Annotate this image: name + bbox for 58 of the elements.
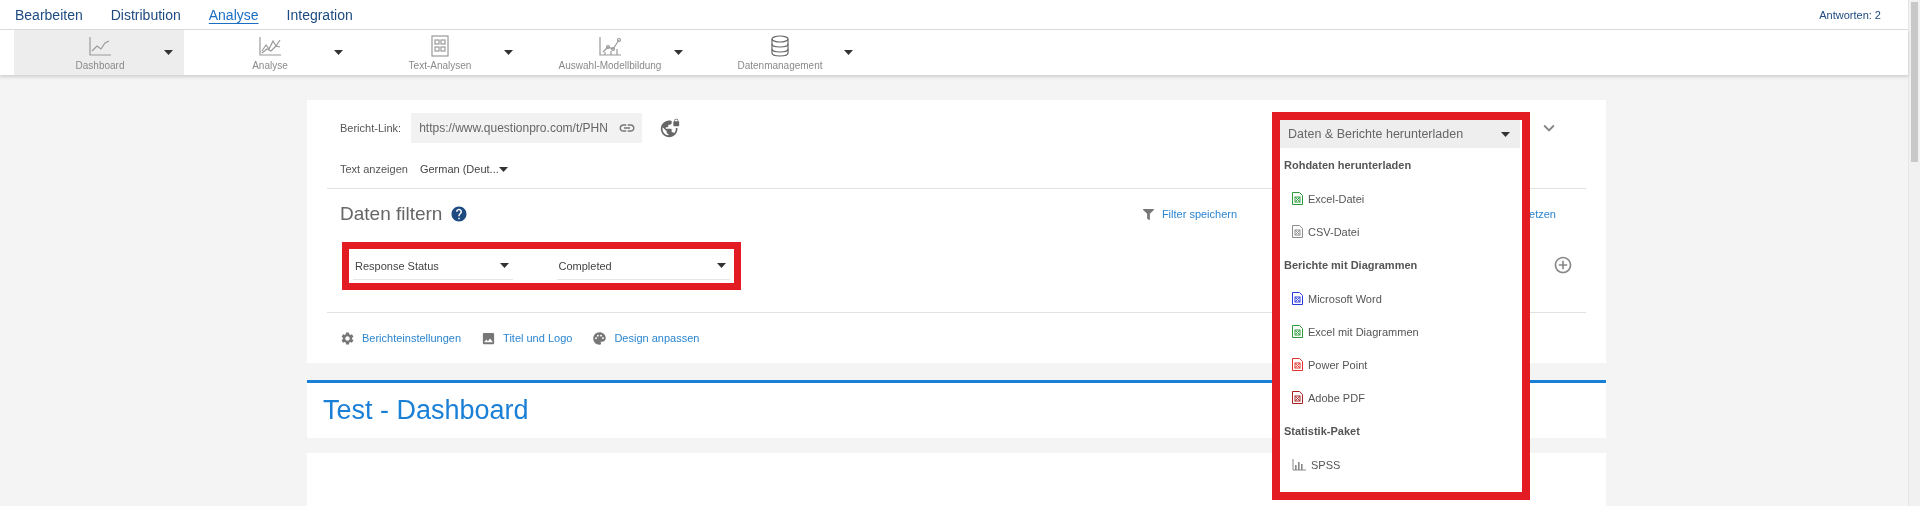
section-title: Daten filtern: [340, 203, 443, 225]
menu-group-title: Statistik-Paket: [1283, 424, 1361, 439]
nav-tab[interactable]: Distribution: [110, 6, 181, 23]
action-link[interactable]: Design anpassen: [614, 332, 700, 344]
toolbar-item[interactable]: Text-Analysen: [354, 30, 524, 75]
field-label: Text anzeigen: [340, 163, 408, 175]
save-filter-link[interactable]: Filter speichern: [1142, 208, 1238, 220]
caret-icon: [674, 50, 683, 55]
menu-item[interactable]: Excel-Datei: [1280, 182, 1522, 215]
nav-tab[interactable]: Bearbeiten: [15, 6, 83, 23]
line-chart-icon: [257, 34, 283, 57]
download-button[interactable]: Daten & Berichte herunterladen: [1280, 120, 1520, 148]
action-link[interactable]: Berichteinstellungen: [362, 332, 462, 344]
image-icon: [481, 330, 497, 346]
line-chart-icon: [87, 34, 113, 57]
file-icon: [1292, 391, 1303, 404]
link-field[interactable]: https://www.questionpro.com/t/PHN: [411, 113, 643, 143]
caret-icon: [164, 50, 173, 55]
scatter-chart-icon: [597, 34, 623, 57]
toolbar-item[interactable]: Auswahl-Modellbildung: [524, 30, 694, 75]
menu-item[interactable]: Adobe PDF: [1280, 381, 1522, 414]
caret-icon: [1501, 131, 1510, 137]
caret-icon: [717, 263, 726, 268]
language-select[interactable]: German (Deut...: [419, 163, 512, 175]
add-icon[interactable]: [1553, 255, 1573, 275]
scrollbar[interactable]: [1908, 0, 1920, 506]
file-icon: [1292, 325, 1303, 338]
action-link[interactable]: Titel und Logo: [503, 332, 573, 344]
file-icon: [1292, 292, 1303, 305]
reset-link[interactable]: etzen: [1529, 208, 1556, 220]
gear-icon: [340, 330, 355, 346]
caret-icon: [844, 50, 853, 55]
nav-tab[interactable]: Integration: [286, 6, 353, 23]
menu-group-title: Rohdaten herunterladen: [1283, 158, 1413, 173]
file-icon: [1292, 225, 1303, 238]
palette-icon: [592, 330, 608, 346]
menu-item[interactable]: CSV-Datei: [1280, 215, 1522, 248]
nav-tab[interactable]: Analyse: [208, 6, 259, 23]
filter-icon: [1142, 208, 1154, 220]
bar-chart-icon: [1292, 458, 1306, 471]
caret-icon: [499, 263, 509, 268]
menu-item[interactable]: Power Point: [1280, 348, 1522, 381]
globe-icon[interactable]: [660, 118, 681, 138]
menu-group-title: Berichte mit Diagrammen: [1283, 258, 1419, 273]
caret-icon: [504, 50, 513, 55]
menu-item[interactable]: SPSS: [1280, 448, 1522, 481]
field-label: Bericht-Link:: [340, 122, 402, 134]
toolbar-item[interactable]: Datenmanagement: [694, 30, 864, 75]
caret-icon: [498, 166, 508, 172]
caret-icon: [334, 50, 343, 55]
menu-item[interactable]: Excel mit Diagrammen: [1280, 315, 1522, 348]
menu-item[interactable]: Microsoft Word: [1280, 282, 1522, 315]
response-count: Antworten: 2: [1819, 8, 1881, 21]
help-icon[interactable]: [450, 205, 469, 223]
file-icon: [1292, 358, 1303, 371]
toolbar-item[interactable]: Analyse: [184, 30, 354, 75]
file-icon: [1292, 192, 1303, 205]
dashboard-title: Test - Dashboard: [323, 395, 529, 426]
